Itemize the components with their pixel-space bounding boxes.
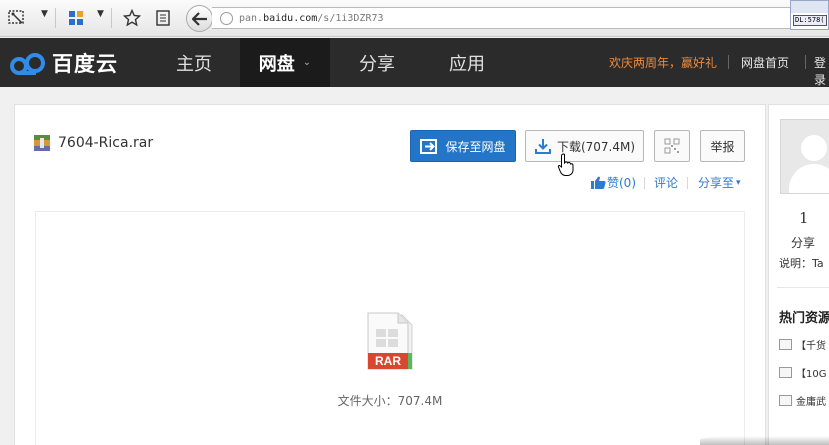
sidebar-divider — [777, 287, 829, 288]
star-icon[interactable] — [121, 7, 143, 29]
file-type-label: RAR — [375, 354, 401, 368]
action-divider — [687, 177, 688, 189]
download-button[interactable]: 下载(707.4M) — [525, 130, 644, 162]
user-sidebar: 1 分享 说明：Ta 热门资源 【千货 【10G 金庸武 — [768, 104, 829, 445]
hot-resource-item[interactable]: 金庸武 — [779, 393, 826, 408]
promo-link[interactable]: 欢庆两周年，赢好礼 — [609, 54, 717, 71]
rar-file-icon — [34, 135, 50, 151]
nav-divider — [728, 55, 729, 69]
nav-share[interactable]: 分享 — [336, 38, 418, 87]
toolbar-divider — [55, 8, 56, 28]
action-divider — [644, 177, 645, 189]
avatar[interactable] — [780, 119, 829, 194]
thumbs-up-icon — [591, 176, 606, 189]
report-label: 举报 — [710, 139, 735, 154]
file-preview: RAR 文件大小：707.4M — [35, 211, 745, 445]
like-label: 赞(0) — [607, 176, 636, 190]
hot-resource-item[interactable]: 【10G — [779, 365, 826, 380]
file-size-text: 文件大小：707.4M — [337, 394, 443, 408]
share-count-label: 分享 — [791, 236, 816, 250]
hand-cursor-icon — [557, 153, 574, 176]
save-icon — [420, 138, 438, 154]
report-button[interactable]: 举报 — [700, 130, 745, 162]
hot-resource-item[interactable]: 【千货 — [779, 337, 826, 352]
qr-code-button[interactable] — [654, 130, 690, 162]
download-label: 下载(707.4M) — [556, 139, 636, 154]
windows-logo-icon[interactable] — [65, 7, 87, 29]
file-name: 7604-Rica.rar — [58, 135, 154, 151]
baidu-cloud-logo[interactable]: 百度云 — [10, 48, 118, 78]
file-title: 7604-Rica.rar — [34, 135, 153, 151]
login-link[interactable]: 登录 — [814, 54, 829, 88]
comment-link[interactable]: 评论 — [654, 174, 678, 191]
document-icon — [779, 367, 792, 378]
rar-large-icon: RAR — [364, 311, 418, 373]
chevron-down-icon: ⌄ — [302, 57, 312, 68]
dropdown-caret-icon[interactable]: ▼ — [97, 9, 104, 19]
like-link[interactable]: 赞(0) — [591, 174, 636, 191]
save-to-disk-button[interactable]: 保存至网盘 — [410, 130, 516, 162]
reader-icon[interactable] — [152, 7, 174, 29]
file-card: 7604-Rica.rar 保存至网盘 下载(707.4M) 举报 赞(0) 评… — [14, 104, 766, 445]
share-to-link[interactable]: 分享至 ▾ — [698, 174, 741, 191]
document-icon — [779, 395, 792, 406]
hot-resources-title: 热门资源 — [779, 311, 829, 326]
share-count: 1 — [799, 209, 809, 227]
chevron-down-icon: ▾ — [736, 177, 741, 188]
document-icon — [779, 339, 792, 350]
browser-toolbar: ▼ ▼ pan.baidu.com/s/1i3DZR73 DL:578( — [0, 0, 829, 37]
back-arrow-icon[interactable] — [186, 5, 213, 32]
toolbar-divider — [111, 8, 112, 28]
share-label: 分享至 — [698, 176, 735, 190]
url-text: pan.baidu.com/s/1i3DZR73 — [239, 12, 384, 24]
corner-thumbnail: DL:578( — [790, 0, 829, 30]
nav-apps[interactable]: 应用 — [426, 38, 508, 87]
comment-label: 评论 — [654, 176, 679, 190]
site-nav: 百度云 主页 网盘 ⌄ 分享 应用 欢庆两周年，赢好礼 网盘首页 登录 — [0, 38, 829, 87]
cloud-logo-icon — [10, 53, 45, 75]
window-shadow — [700, 436, 829, 445]
address-bar[interactable]: pan.baidu.com/s/1i3DZR73 — [212, 7, 792, 29]
user-description: 说明：Ta — [779, 257, 824, 270]
nav-disk[interactable]: 网盘 ⌄ — [240, 38, 330, 87]
save-label: 保存至网盘 — [445, 139, 506, 154]
disk-home-link[interactable]: 网盘首页 — [741, 54, 789, 71]
nav-divider — [805, 55, 806, 69]
dropdown-caret-icon[interactable]: ▼ — [41, 9, 48, 19]
nav-home[interactable]: 主页 — [152, 38, 236, 87]
download-icon — [534, 139, 551, 154]
snipping-icon[interactable] — [6, 7, 28, 29]
qr-code-icon — [664, 138, 680, 154]
globe-icon — [220, 11, 233, 25]
logo-text: 百度云 — [52, 52, 118, 76]
